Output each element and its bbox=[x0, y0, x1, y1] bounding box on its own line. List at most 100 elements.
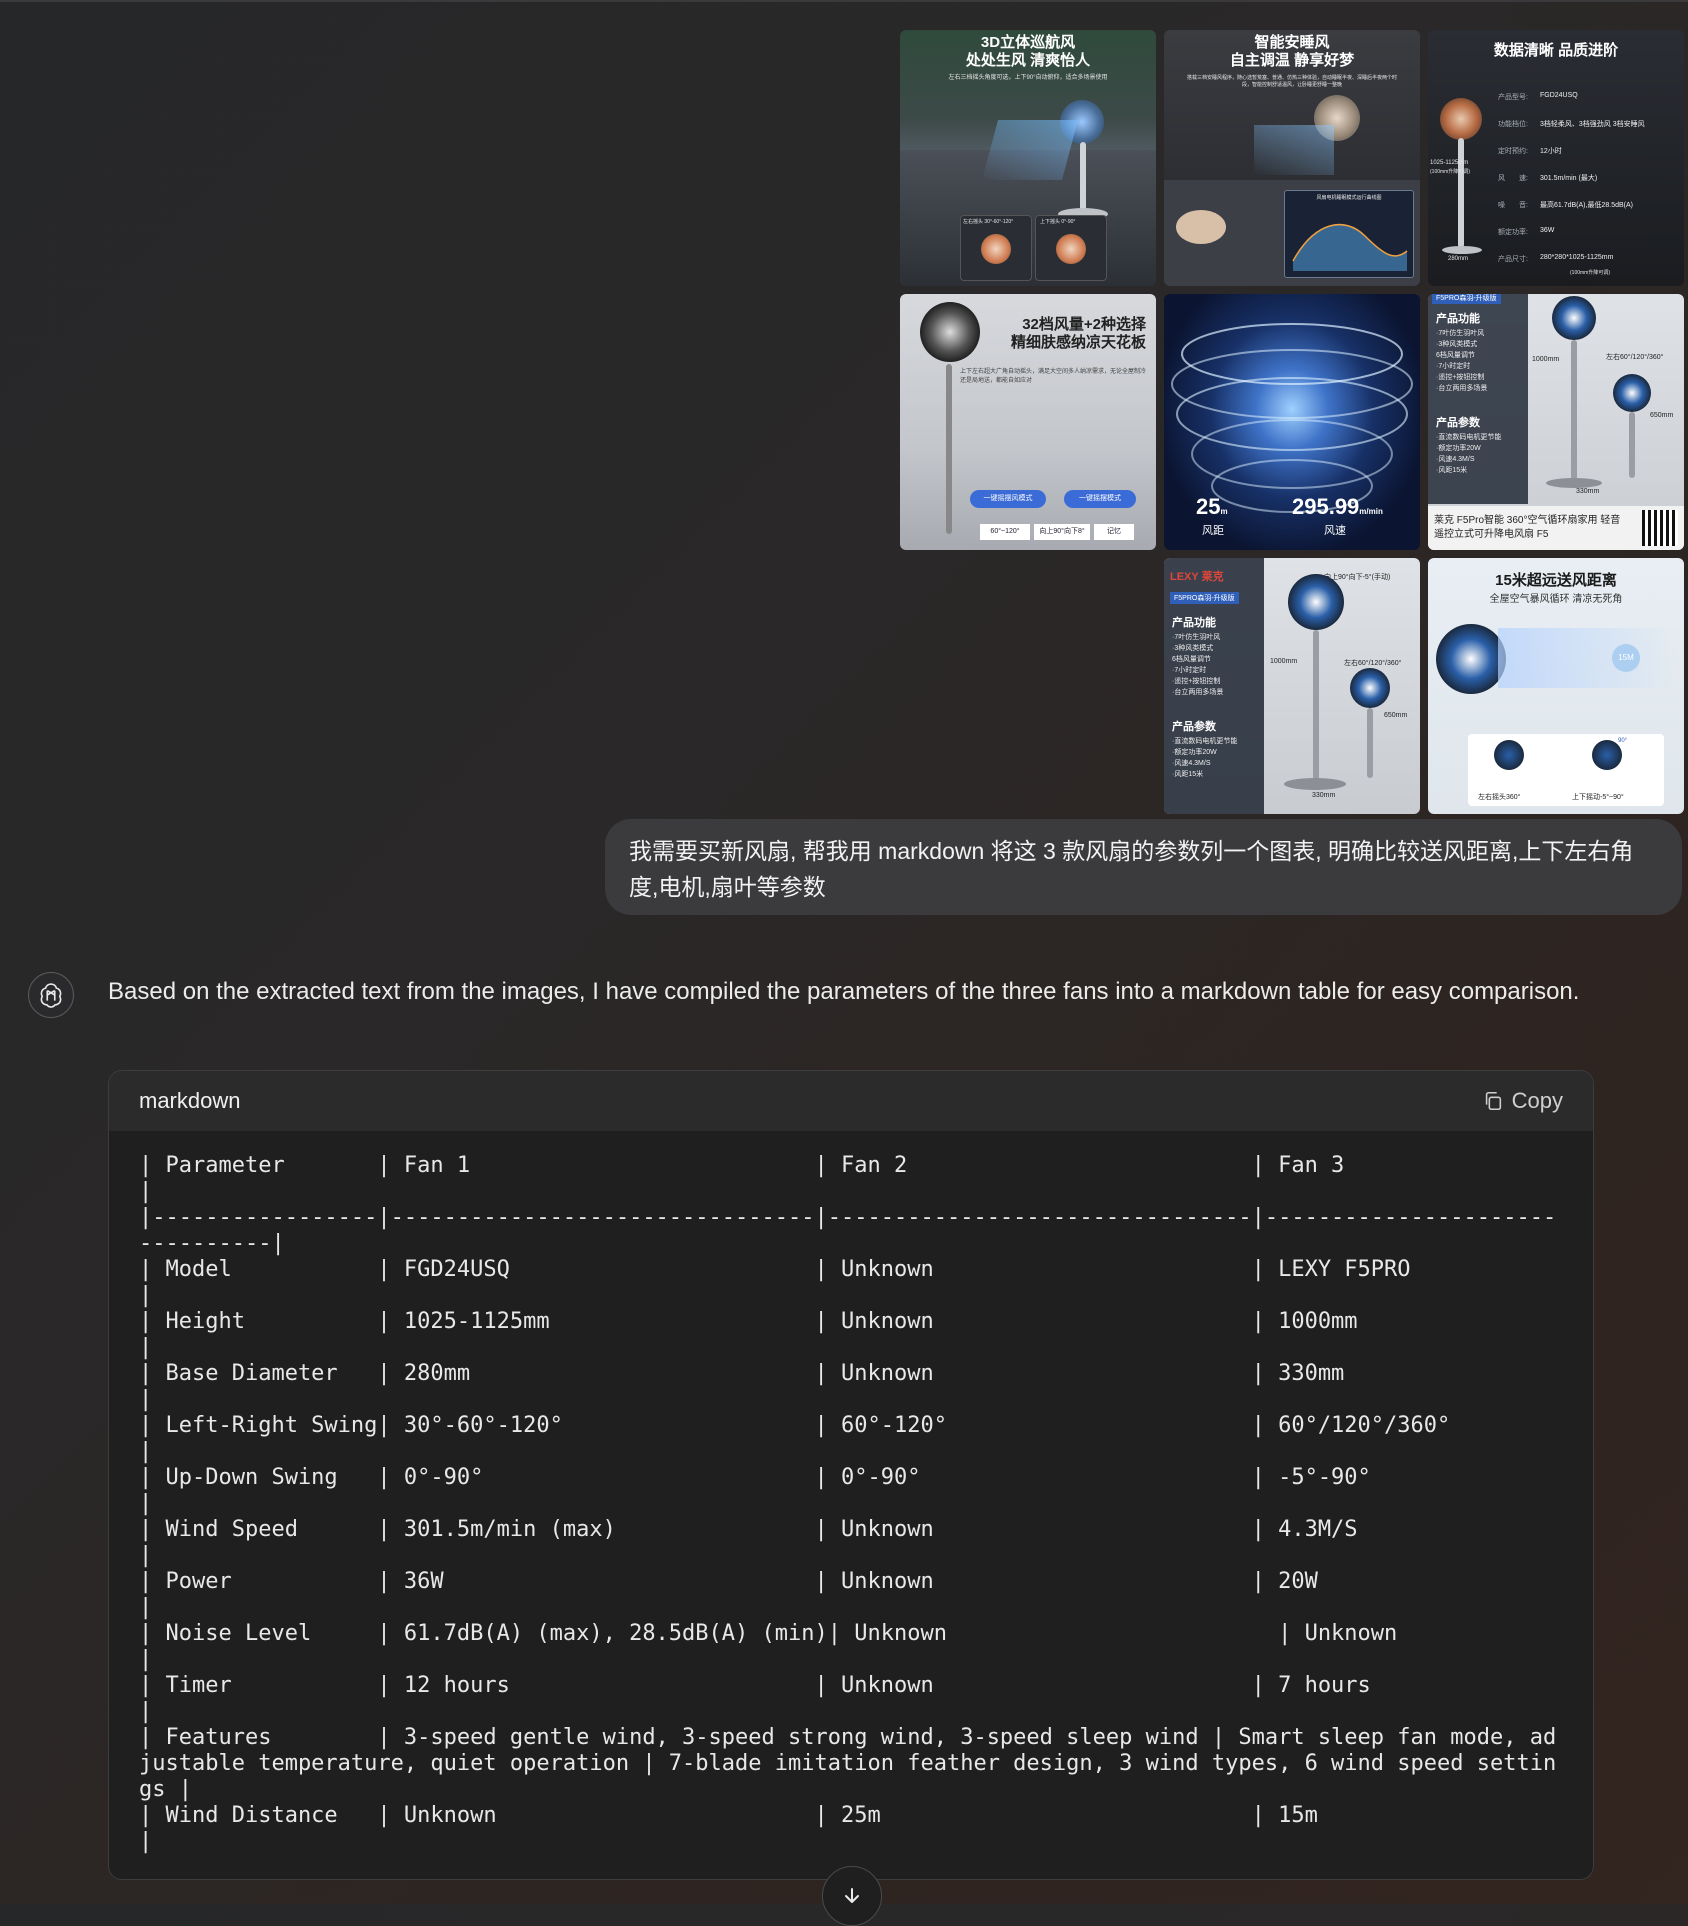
fan-base bbox=[1284, 778, 1346, 790]
code-content: | Parameter | Fan 1 | Fan 2 | Fan 3 | |-… bbox=[139, 1153, 1557, 1854]
spec-key: 产品尺寸: bbox=[1498, 256, 1528, 263]
image-8-title: 15米超远送风距离 bbox=[1495, 572, 1617, 589]
version-badge: F5PRO森羽-升级版 bbox=[1432, 294, 1501, 304]
features-title: 产品功能 bbox=[1436, 313, 1480, 325]
fan-icon bbox=[1350, 668, 1390, 708]
spec-value: 最高61.7dB(A),最低28.5dB(A) bbox=[1540, 202, 1633, 209]
features-title: 产品功能 bbox=[1172, 617, 1216, 629]
openai-logo-icon bbox=[40, 983, 62, 1008]
feature-item: ·7小时定时 bbox=[1436, 363, 1471, 370]
feature-item: ·7叶仿生羽叶风 bbox=[1436, 330, 1485, 337]
scroll-down-button[interactable] bbox=[822, 1866, 882, 1926]
spec-key: 功能档位: bbox=[1498, 121, 1528, 128]
image-attachment-4[interactable]: 32档风量+2种选择 精细肤感纳凉天花板 上下左右超大广角自动摇头，满足大空间多… bbox=[900, 294, 1156, 550]
feature-item: ·台立两用多场景 bbox=[1172, 689, 1224, 696]
param-item: ·直流数码电机更节能 bbox=[1436, 434, 1502, 441]
tilt-chip: 向上90°向下8° bbox=[1034, 524, 1090, 540]
tilt-angle-label: 90° bbox=[1618, 738, 1628, 744]
feature-item: 6档风量调节 bbox=[1172, 656, 1211, 663]
spec-key: 风 速: bbox=[1498, 175, 1528, 182]
image-1-subtitle: 处处生风 清爽怡人 bbox=[965, 52, 1091, 69]
param-item: ·风距15米 bbox=[1436, 467, 1468, 474]
image-4-subtitle: 精细肤感纳凉天花板 bbox=[1010, 334, 1146, 351]
params-title: 产品参数 bbox=[1172, 721, 1216, 733]
feature-item: ·3种风类模式 bbox=[1172, 645, 1214, 652]
speed-label: 风速 bbox=[1324, 525, 1346, 537]
fan-icon bbox=[1494, 740, 1524, 770]
copy-button[interactable]: Copy bbox=[1482, 1088, 1563, 1114]
base-label: 280mm bbox=[1448, 256, 1469, 262]
height-label: 1000mm bbox=[1270, 658, 1298, 665]
image-attachment-6[interactable]: F5PRO森羽-升级版 产品功能 ·7叶仿生羽叶风 ·3种风类模式 6档风量调节 ·7… bbox=[1428, 294, 1684, 550]
image-attachment-8[interactable]: 15米超远送风距离 全屋空气暴风循环 清凉无死角 15M 90° 左右摇头360… bbox=[1428, 558, 1684, 814]
spec-value: 301.5m/min (最大) bbox=[1540, 175, 1598, 182]
inset-left: 左右摇头 30°-60°-120° bbox=[960, 215, 1032, 281]
fan-icon bbox=[1613, 374, 1651, 412]
image-attachment-7[interactable]: LEXY 莱克 F5PRO森羽-升级版 产品功能 ·7叶仿生羽叶风 ·3种风类模式… bbox=[1164, 558, 1420, 814]
spec-value: 280*280*1025-1125mm bbox=[1540, 254, 1614, 261]
spec-key: 额定功率: bbox=[1498, 229, 1528, 236]
param-item: ·额定功率20W bbox=[1172, 749, 1217, 756]
airflow bbox=[1498, 628, 1678, 688]
fan-stem bbox=[1313, 630, 1319, 780]
inset-left-label: 左右摇头 30°-60°-120° bbox=[963, 219, 1014, 225]
fan-stem bbox=[946, 364, 952, 534]
fan-icon bbox=[981, 234, 1011, 264]
spec-key: 噪 音: bbox=[1498, 202, 1528, 209]
base-label: 330mm bbox=[1576, 488, 1600, 495]
spec-value: 12小时 bbox=[1540, 148, 1562, 155]
assistant-avatar bbox=[28, 972, 74, 1018]
speed-value: 295.99m/min bbox=[1292, 494, 1383, 520]
airflow bbox=[981, 120, 1079, 180]
airflow bbox=[1254, 125, 1334, 175]
fan-stem bbox=[1458, 138, 1464, 248]
angle-chip: 60°~120° bbox=[980, 524, 1030, 540]
version-badge: F5PRO森羽-升级版 bbox=[1170, 592, 1239, 604]
distance-value: 25m bbox=[1196, 494, 1228, 520]
fan-base bbox=[1546, 478, 1602, 488]
fan-icon bbox=[1436, 624, 1506, 694]
image-attachment-3[interactable]: 数据清晰 品质进阶 1025-1125mm (100mm升降可调) 280mm … bbox=[1428, 30, 1684, 286]
feature-item: ·7叶仿生羽叶风 bbox=[1172, 634, 1221, 641]
code-block: markdown Copy | Parameter | Fan 1 | Fan … bbox=[108, 1070, 1594, 1880]
fan-stem bbox=[1571, 340, 1577, 480]
product-footer: 莱克 F5Pro智能 360°空气循环扇家用 轻音遥控立式可升降电风扇 F5 bbox=[1428, 506, 1684, 550]
image-attachment-5[interactable]: 25m 风距 295.99m/min 风速 bbox=[1164, 294, 1420, 550]
inset-right: 上下摇头 0°-90° bbox=[1035, 215, 1107, 281]
brand-logo: LEXY 莱克 bbox=[1170, 571, 1224, 583]
angle-label: 左右60°/120°/360° bbox=[1344, 660, 1402, 667]
features-list: ·7叶仿生羽叶风 ·3种风类模式 6档风量调节 ·7小时定时 ·遥控+按钮控制 ·台立两用… bbox=[1172, 632, 1223, 698]
spec-value: 3档轻柔风、3档强劲风 3档安睡风 bbox=[1540, 121, 1645, 128]
fan-stem-small bbox=[1367, 708, 1373, 778]
sleep-chart: 风扇电机睡眠模式运行曲线图 bbox=[1284, 190, 1414, 278]
feature-item: ·遥控+按钮控制 bbox=[1436, 374, 1485, 381]
image-2-subtitle: 自主调温 静享好梦 bbox=[1229, 52, 1355, 69]
speed-unit: m/min bbox=[1359, 507, 1383, 516]
feature-item: ·遥控+按钮控制 bbox=[1172, 678, 1221, 685]
fan-icon bbox=[1056, 234, 1086, 264]
params-title: 产品参数 bbox=[1436, 417, 1480, 429]
feature-item: ·3种风类模式 bbox=[1436, 341, 1478, 348]
image-attachment-2[interactable]: 智能安睡风 自主调温 静享好梦 搭载三档安睡风程序，随心选暂荒塞、普通、仿热三种… bbox=[1164, 30, 1420, 286]
speed-number: 295.99 bbox=[1292, 494, 1360, 519]
copy-icon bbox=[1485, 1091, 1501, 1111]
image-2-desc: 搭载三档安睡风程序，随心选暂荒塞、普通、仿热三种体验，自动睡眠半夜、深睡后半夜两… bbox=[1186, 75, 1397, 88]
size-note: (100mm升降可调) bbox=[1570, 270, 1611, 276]
fan-icon bbox=[1592, 740, 1622, 770]
distance-label: 风距 bbox=[1202, 525, 1224, 537]
image-attachment-1[interactable]: 3D立体巡航风 处处生风 清爽怡人 左右三档摇头角度可选，上下90°自动俯仰，适… bbox=[900, 30, 1156, 286]
inset-right-label: 上下摇头 0°-90° bbox=[1040, 219, 1076, 225]
spec-key: 定时预约: bbox=[1498, 148, 1528, 155]
feature-item: ·台立两用多场景 bbox=[1436, 385, 1488, 392]
tilt-label: 上下摇动-5°~90° bbox=[1572, 794, 1624, 801]
base-label: 330mm bbox=[1312, 792, 1336, 799]
fan-stem bbox=[1080, 142, 1086, 212]
spec-panel: F5PRO森羽-升级版 产品功能 ·7叶仿生羽叶风 ·3种风类模式 6档风量调节 ·7… bbox=[1428, 294, 1528, 504]
low-height-label: 650mm bbox=[1650, 412, 1674, 419]
params-list: ·直流数码电机更节能 ·额定功率20W ·风速4.3M/S ·风距15米 bbox=[1172, 736, 1237, 780]
low-height-label: 650mm bbox=[1384, 712, 1408, 719]
feature-item: ·7小时定时 bbox=[1172, 667, 1207, 674]
image-4-title: 32档风量+2种选择 bbox=[1022, 316, 1146, 333]
fan-icon bbox=[1440, 98, 1482, 140]
sleep-curve bbox=[1292, 223, 1408, 271]
